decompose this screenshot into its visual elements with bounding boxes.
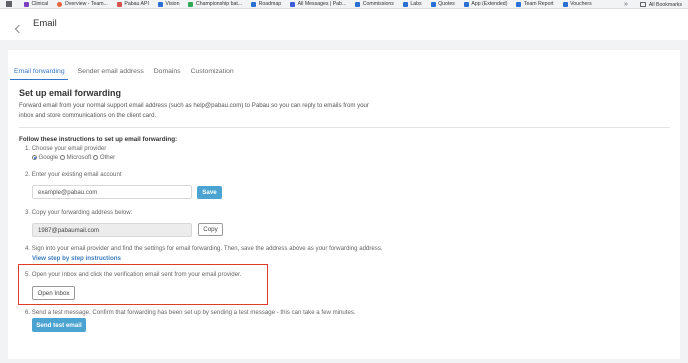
email-account-input[interactable]: example@pabau.com — [32, 185, 192, 199]
bookmark-commissions[interactable]: Commissions — [355, 1, 394, 7]
page-title: Email — [33, 18, 57, 29]
step-1-text: 1. Choose your email provider — [25, 145, 107, 152]
send-test-email-button[interactable]: Send test email — [32, 318, 86, 332]
instructions-title: Follow these instructions to set up emai… — [19, 136, 178, 143]
radio-dot — [32, 155, 37, 160]
step-by-step-link[interactable]: View step by step instructions — [32, 255, 121, 262]
radio-dot — [60, 155, 66, 160]
save-button[interactable]: Save — [197, 186, 222, 199]
bookmarks-right: » All Bookmarks — [624, 0, 682, 8]
divider — [19, 127, 670, 128]
tab-customization[interactable]: Customization — [191, 68, 234, 80]
email-settings-card: Email forwarding Sender email address Do… — [8, 50, 680, 359]
bookmark-labs[interactable]: Labs — [402, 1, 422, 7]
step-6-text: 6. Send a test message. Confirm that for… — [25, 309, 356, 316]
back-arrow-icon[interactable] — [14, 24, 24, 34]
jira-icon — [463, 1, 469, 7]
section-description: Forward email from your normal support e… — [19, 102, 369, 119]
jira-icon — [251, 1, 257, 7]
bookmark-app-extended[interactable]: App (Extended) — [463, 1, 507, 7]
bookmark-quotes[interactable]: Quotes — [430, 1, 455, 7]
jira-icon — [562, 1, 568, 7]
bookmark-icon — [24, 1, 29, 7]
bookmark-all-messages[interactable]: All Messages | Pab... — [290, 1, 346, 7]
radio-microsoft[interactable]: Microsoft — [60, 154, 91, 161]
tab-sender-email-address[interactable]: Sender email address — [78, 68, 144, 80]
jira-icon — [402, 1, 408, 7]
step-4-text: 4. Sign into your email provider and fin… — [25, 245, 383, 252]
bookmark-team-report[interactable]: Team Report — [516, 1, 554, 7]
bookmark-roadmap[interactable]: Roadmap — [251, 1, 281, 7]
messages-icon — [290, 1, 296, 7]
jira-icon — [430, 1, 436, 7]
jira-icon — [157, 1, 163, 7]
bookmark-pabau-api[interactable]: Pabau API — [116, 1, 149, 7]
bookmark-overview[interactable]: Overview - Team... — [57, 1, 108, 7]
radio-other[interactable]: Other — [93, 154, 115, 161]
radio-google[interactable]: Google — [32, 154, 58, 161]
folder-icon — [639, 2, 646, 7]
bookmark-vision[interactable]: Vision — [157, 1, 179, 7]
bookmark-vouchers[interactable]: Vouchers — [562, 1, 592, 7]
step-2-text: 2. Enter your existing email account — [25, 171, 122, 178]
jira-icon — [355, 1, 361, 7]
page-header: Email — [0, 9, 688, 40]
provider-radio-group: Google Microsoft Other — [32, 154, 117, 161]
more-bookmarks-button[interactable]: » — [624, 1, 628, 8]
radio-dot — [93, 155, 99, 160]
bookmarks-bar: Clinical Overview - Team... Pabau API Vi… — [0, 0, 688, 9]
forwarding-address-field[interactable]: 1987@pabaumail.com — [32, 223, 192, 237]
open-inbox-button[interactable]: Open Inbox — [32, 286, 75, 300]
step-5-text: 5. Open your Inbox and click the verific… — [25, 271, 242, 278]
jira-icon — [516, 1, 522, 7]
tab-domains[interactable]: Domains — [154, 68, 181, 80]
copy-button[interactable]: Copy — [198, 223, 223, 236]
bookmark-clinical[interactable]: Clinical — [24, 1, 48, 7]
bookmark-icon — [116, 1, 122, 7]
bookmark-championship[interactable]: Championship bat... — [188, 1, 242, 7]
bookmark-icon — [57, 1, 63, 7]
tab-bar: Email forwarding Sender email address Do… — [10, 68, 244, 80]
apps-grid-icon[interactable] — [6, 1, 14, 7]
step-3-text: 3. Copy your forwarding address below: — [25, 209, 133, 216]
section-title: Set up email forwarding — [19, 88, 122, 98]
tab-email-forwarding[interactable]: Email forwarding — [10, 68, 68, 80]
sheets-icon — [188, 1, 194, 7]
all-bookmarks-link[interactable]: All Bookmarks — [649, 2, 682, 8]
